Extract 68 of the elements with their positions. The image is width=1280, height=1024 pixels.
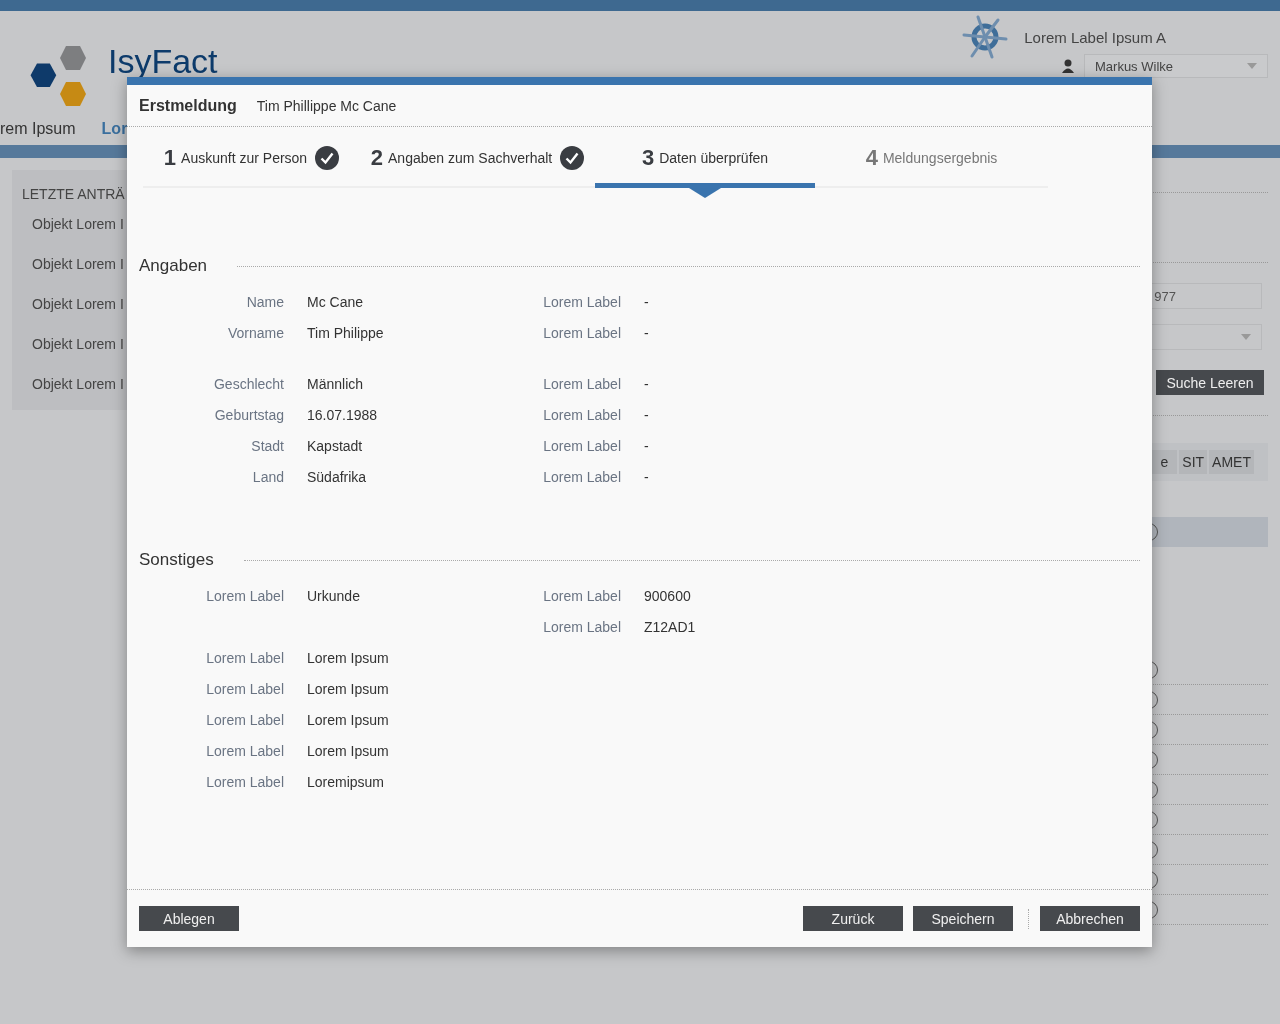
sidebar-title: LETZTE ANTRÄ [22, 186, 126, 202]
field-label: Lorem Label [206, 773, 284, 790]
field-value: Lorem Ipsum [307, 649, 389, 666]
field-value: Lorem Ipsum [307, 742, 389, 759]
field-label: Geschlecht [213, 375, 284, 392]
field-label: Lorem Label [206, 649, 284, 666]
column-header[interactable]: AMET [1209, 450, 1254, 474]
field-label: Lorem Label [543, 324, 621, 341]
dialog-button[interactable]: Ablegen [139, 906, 239, 931]
field-value: - [644, 293, 649, 310]
field-label: Name [246, 293, 284, 310]
field-value: 900600 [644, 587, 691, 604]
field-label: Lorem Label [543, 468, 621, 485]
caret-icon [1241, 334, 1251, 340]
field-label: Vorname [227, 324, 284, 341]
field-value: - [644, 406, 649, 423]
section-title: Sonstiges [139, 550, 214, 570]
field-value: - [644, 324, 649, 341]
field-value: Lorem Ipsum [307, 711, 389, 728]
field-label: Lorem Label [543, 618, 621, 635]
section-title: Angaben [139, 256, 208, 276]
check-circle-icon [315, 146, 340, 170]
field-label: Lorem Label [206, 680, 284, 697]
field-value: Mc Cane [307, 293, 364, 310]
field-label: Lorem Label [543, 375, 621, 392]
dialog-button[interactable]: Speichern [913, 906, 1013, 931]
field-value: - [644, 437, 649, 454]
active-step-pointer [689, 188, 721, 198]
dialog-button[interactable]: Abbrechen [1040, 906, 1140, 931]
field-label: Lorem Label [543, 437, 621, 454]
field-label: Lorem Label [543, 587, 621, 604]
caret-icon [1247, 63, 1257, 69]
field-label: Geburtstag [214, 406, 284, 423]
field-value: Kapstadt [307, 437, 363, 454]
check-circle-icon [560, 146, 585, 170]
field-label: Land [252, 468, 284, 485]
field-value: Tim Philippe [307, 324, 384, 341]
field-label: Lorem Label [206, 711, 284, 728]
dialog-button[interactable]: Zurück [803, 906, 903, 931]
wizard-step[interactable]: 2 Angaben zum Sachverhalt [360, 127, 595, 188]
field-value: Südafrika [307, 468, 367, 485]
field-label: Lorem Label [543, 406, 621, 423]
logo-text: IsyFact [108, 44, 218, 78]
wizard-step[interactable]: 3 Daten überprüfen [595, 127, 815, 188]
field-value: Männlich [307, 375, 364, 392]
field-value: Lorem Ipsum [307, 680, 389, 697]
nav-tab[interactable]: Lor [101, 120, 128, 138]
field-value: - [644, 468, 649, 485]
field-value: Z12AD1 [644, 618, 696, 635]
app-label: Lorem Label Ipsum A [1024, 28, 1166, 46]
field-value: 16.07.1988 [307, 406, 378, 423]
dialog-title: Erstmeldung [139, 96, 237, 115]
wizard-step[interactable]: 4 Meldungsergebnis [815, 127, 1048, 188]
column-header[interactable]: SIT [1179, 450, 1208, 474]
column-header[interactable]: e [1151, 450, 1178, 474]
field-label: Lorem Label [543, 293, 621, 310]
field-label: Lorem Label [206, 587, 284, 604]
user-icon [1062, 59, 1074, 73]
field-label: Stadt [251, 437, 284, 454]
dialog-subtitle: Tim Phillippe Mc Cane [256, 97, 397, 114]
nav-tab[interactable]: rem Ipsum [0, 120, 76, 138]
field-value: Urkunde [307, 587, 360, 604]
field-value: Loremipsum [307, 773, 385, 790]
field-value: - [644, 375, 649, 392]
user-dropdown[interactable]: Markus Wilke [1084, 54, 1268, 78]
clear-search-button[interactable]: Suche Leeren [1156, 370, 1264, 395]
wizard-step[interactable]: 1 Auskunft zur Person [143, 127, 360, 188]
field-label: Lorem Label [206, 742, 284, 759]
